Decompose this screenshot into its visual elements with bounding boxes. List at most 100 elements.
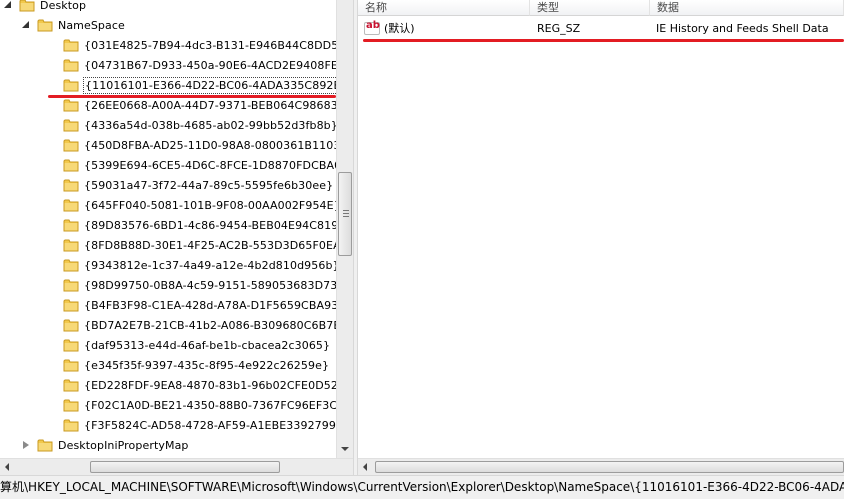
tree-horizontal-scrollbar[interactable] <box>0 458 353 475</box>
expander-placeholder <box>48 201 57 210</box>
tree-node[interactable]: {F02C1A0D-BE21-4350-88B0-7367FC96EF3C} <box>48 395 336 415</box>
folder-icon <box>63 38 79 52</box>
folder-icon <box>63 138 79 152</box>
folder-icon <box>63 158 79 172</box>
folder-icon <box>19 0 35 12</box>
reg-sz-ab-icon: ab <box>364 20 380 35</box>
folder-icon <box>63 338 79 352</box>
tree-node[interactable]: {daf95313-e44d-46af-be1b-cbacea2c3065} <box>48 335 330 355</box>
folder-icon <box>63 398 79 412</box>
scroll-down-arrow-icon[interactable] <box>337 441 353 458</box>
expander-placeholder <box>48 361 57 370</box>
column-header-type[interactable]: 类型 <box>530 0 650 16</box>
folder-icon <box>37 18 53 32</box>
tree-node-label: {F02C1A0D-BE21-4350-88B0-7367FC96EF3C} <box>84 398 336 412</box>
tree-node-label: {645FF040-5081-101B-9F08-00AA002F954E} <box>84 198 336 212</box>
tree-node[interactable]: {04731B67-D933-450a-90E6-4ACD2E9408FE} <box>48 55 336 75</box>
tree-node-label: {031E4825-7B94-4dc3-B131-E946B44C8DD5} <box>84 38 336 52</box>
status-bar: 算机\HKEY_LOCAL_MACHINE\SOFTWARE\Microsoft… <box>0 475 844 499</box>
scroll-left-arrow-icon[interactable] <box>0 459 17 475</box>
tree-node[interactable]: Desktop <box>4 0 86 15</box>
value-row[interactable]: ab (默认) REG_SZ IE History and Feeds Shel… <box>358 19 844 39</box>
column-header-data[interactable]: 数据 <box>650 0 844 16</box>
expander-placeholder <box>48 261 57 270</box>
tree-node-label: {98D99750-0B8A-4c59-9151-589053683D73} <box>84 278 336 292</box>
tree-node[interactable]: {59031a47-3f72-44a7-89c5-5595fe6b30ee} <box>48 175 333 195</box>
tree-node[interactable]: DesktopIniPropertyMap <box>22 435 189 455</box>
collapsed-arrow-icon[interactable] <box>22 440 31 450</box>
tree-vertical-scroll-thumb[interactable] <box>338 172 352 256</box>
tree-node[interactable]: {9343812e-1c37-4a49-a12e-4b2d810d956b} <box>48 255 336 275</box>
expander-placeholder <box>48 321 57 330</box>
tree-node-label: {BD7A2E7B-21CB-41b2-A086-B309680C6B7E} <box>84 318 336 332</box>
tree-node-label: {9343812e-1c37-4a49-a12e-4b2d810d956b} <box>84 258 336 272</box>
expander-placeholder <box>48 281 57 290</box>
folder-icon <box>63 258 79 272</box>
tree-node-label: {8FD8B88D-30E1-4F25-AC2B-553D3D65F0EA} <box>84 238 336 252</box>
tree-node[interactable]: {BD7A2E7B-21CB-41b2-A086-B309680C6B7E} <box>48 315 336 335</box>
tree-node-label: {daf95313-e44d-46af-be1b-cbacea2c3065} <box>84 338 331 352</box>
folder-icon <box>63 298 79 312</box>
highlight-underline-list <box>363 39 844 42</box>
folder-icon <box>63 178 79 192</box>
expander-placeholder <box>48 81 57 90</box>
tree-node[interactable]: {26EE0668-A00A-44D7-9371-BEB064C98683} <box>48 95 336 115</box>
tree-node[interactable]: {4336a54d-038b-4685-ab02-99bb52d3fb8b} <box>48 115 336 135</box>
tree-node[interactable]: {031E4825-7B94-4dc3-B131-E946B44C8DD5} <box>48 35 336 55</box>
tree-horizontal-scroll-thumb[interactable] <box>90 461 280 473</box>
tree-node-label: {e345f35f-9397-435c-8f95-4e922c26259e} <box>84 358 330 372</box>
values-list[interactable]: 名称 类型 数据 ab (默认) REG_SZ IE History and F… <box>358 0 844 475</box>
tree-node-label: {5399E694-6CE5-4D6C-8FCE-1D8870FDCBA0} <box>84 158 336 172</box>
list-horizontal-scrollbar[interactable] <box>358 458 844 475</box>
folder-icon <box>63 278 79 292</box>
tree-node-label: {11016101-E366-4D22-BC06-4ADA335C892B} <box>82 76 336 94</box>
expander-placeholder <box>48 121 57 130</box>
tree-node[interactable]: {89D83576-6BD1-4c86-9454-BEB04E94C819} <box>48 215 336 235</box>
tree-node[interactable]: {645FF040-5081-101B-9F08-00AA002F954E} <box>48 195 336 215</box>
scroll-left-arrow-icon[interactable] <box>358 459 375 475</box>
expanded-arrow-icon[interactable] <box>22 20 31 30</box>
tree-node[interactable]: {8FD8B88D-30E1-4F25-AC2B-553D3D65F0EA} <box>48 235 336 255</box>
folder-icon <box>63 78 79 92</box>
expander-placeholder <box>48 221 57 230</box>
registry-tree[interactable]: Desktop NameSpace {031E4825-7B94-4dc3-B131… <box>0 0 336 458</box>
folder-icon <box>63 418 79 432</box>
column-header-name[interactable]: 名称 <box>358 0 530 16</box>
value-data: IE History and Feeds Shell Data <box>656 22 829 35</box>
folder-icon <box>63 58 79 72</box>
tree-node[interactable]: NameSpace <box>22 15 125 35</box>
value-type: REG_SZ <box>537 22 581 35</box>
folder-icon <box>63 218 79 232</box>
tree-node[interactable]: {450D8FBA-AD25-11D0-98A8-0800361B1103} <box>48 135 336 155</box>
value-name: (默认) <box>384 22 415 35</box>
expander-placeholder <box>48 101 57 110</box>
tree-node[interactable]: {11016101-E366-4D22-BC06-4ADA335C892B} <box>48 75 336 95</box>
list-horizontal-scroll-thumb[interactable] <box>375 461 844 473</box>
tree-node[interactable]: {B4FB3F98-C1EA-428d-A78A-D1F5659CBA93} <box>48 295 336 315</box>
status-path: 算机\HKEY_LOCAL_MACHINE\SOFTWARE\Microsoft… <box>0 480 844 494</box>
tree-node[interactable]: {5399E694-6CE5-4D6C-8FCE-1D8870FDCBA0} <box>48 155 336 175</box>
tree-node-label: NameSpace <box>58 18 125 32</box>
tree-node-label: {26EE0668-A00A-44D7-9371-BEB064C98683} <box>84 98 336 112</box>
folder-icon <box>63 318 79 332</box>
tree-node-label: DesktopIniPropertyMap <box>58 438 189 452</box>
expander-placeholder <box>48 401 57 410</box>
expanded-arrow-icon[interactable] <box>4 0 13 10</box>
expander-placeholder <box>48 341 57 350</box>
expander-placeholder <box>48 241 57 250</box>
expander-placeholder <box>48 181 57 190</box>
tree-vertical-scrollbar[interactable] <box>336 0 353 458</box>
tree-node[interactable]: {ED228FDF-9EA8-4870-83b1-96b02CFE0D52} <box>48 375 336 395</box>
tree-node-label: {04731B67-D933-450a-90E6-4ACD2E9408FE} <box>84 58 336 72</box>
folder-icon <box>37 438 53 452</box>
expander-placeholder <box>48 161 57 170</box>
tree-node[interactable]: {F3F5824C-AD58-4728-AF59-A1EBE3392799} <box>48 415 336 435</box>
folder-icon <box>63 238 79 252</box>
expander-placeholder <box>48 61 57 70</box>
folder-icon <box>63 98 79 112</box>
expander-placeholder <box>48 141 57 150</box>
tree-node-label: {F3F5824C-AD58-4728-AF59-A1EBE3392799} <box>84 418 336 432</box>
tree-node[interactable]: {98D99750-0B8A-4c59-9151-589053683D73} <box>48 275 336 295</box>
folder-icon <box>63 358 79 372</box>
tree-node[interactable]: {e345f35f-9397-435c-8f95-4e922c26259e} <box>48 355 329 375</box>
